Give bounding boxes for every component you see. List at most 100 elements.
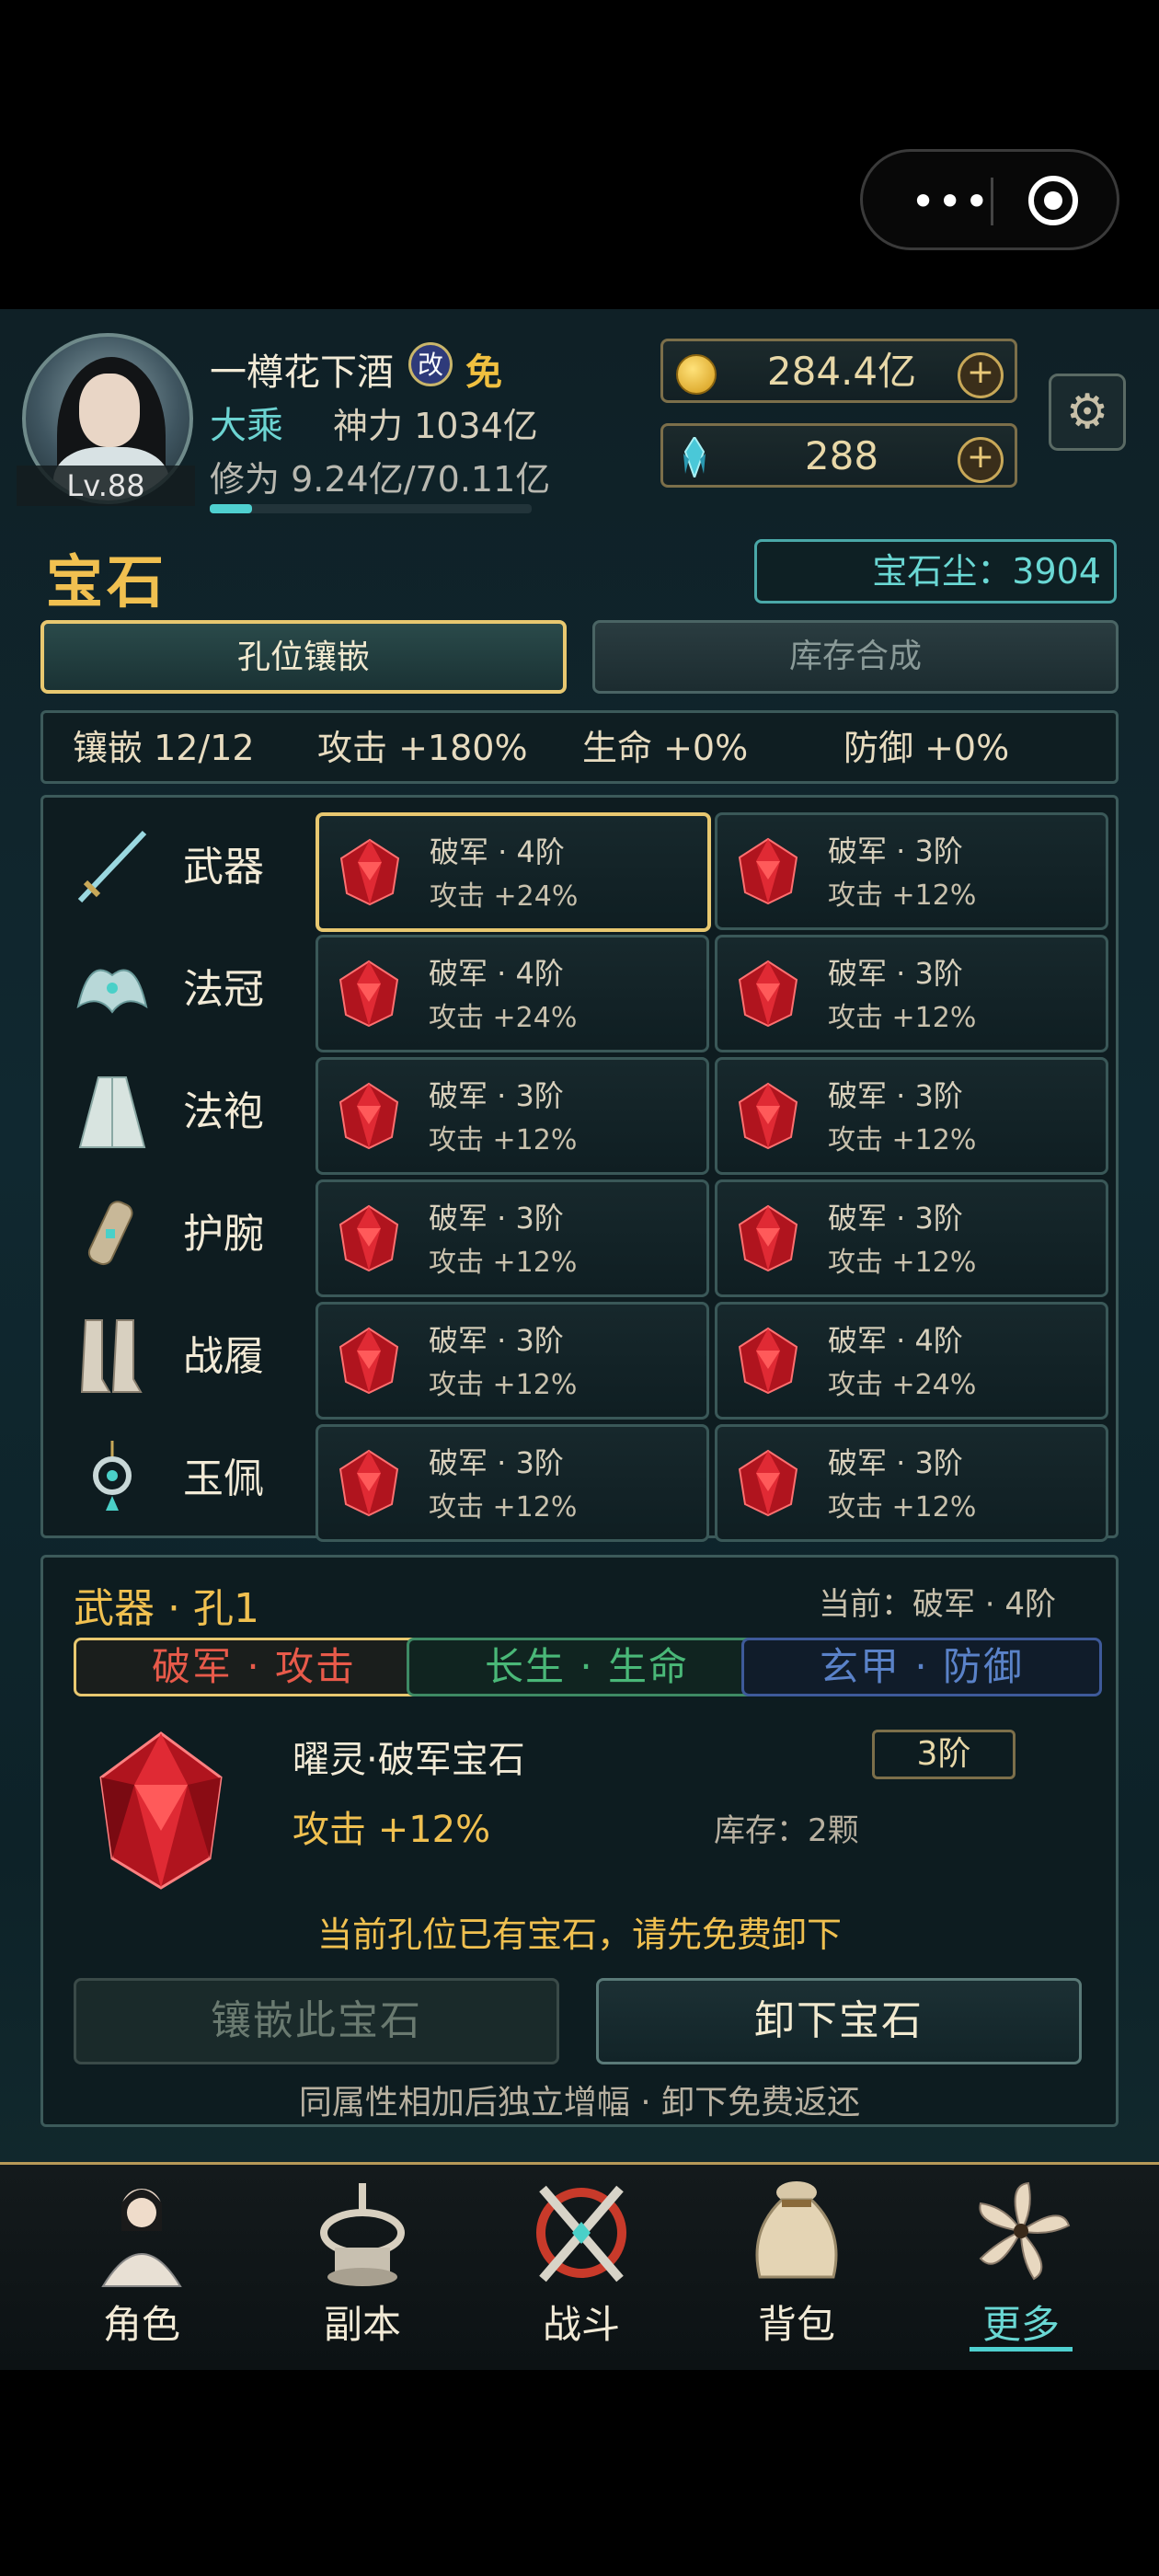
gem-socket[interactable]: 破军 · 3阶 攻击 +12% xyxy=(316,1057,709,1175)
player-cultivation: 修为 9.24亿/70.11亿 xyxy=(210,459,551,500)
ruby-gem-icon xyxy=(738,1449,798,1517)
hp-bonus: 生命 +0% xyxy=(582,728,749,768)
detail-current-gem: 当前：破军 · 4阶 xyxy=(819,1586,1057,1623)
equipment-gem-grid: 武器 破军 · 4阶 攻击 +24% 破军 · 3阶 攻击 +12% 法冠 破军 · 4阶攻… xyxy=(40,795,1119,1542)
gem-socket[interactable]: 破军 · 3阶 攻击 +12% xyxy=(316,1302,709,1420)
character-icon xyxy=(101,2189,182,2287)
crossed-swords-icon xyxy=(536,2185,626,2283)
tab-stock-synthesis[interactable]: 库存合成 xyxy=(592,620,1119,694)
gem-socket[interactable]: 破军 · 3阶 攻击 +12% xyxy=(316,1424,709,1542)
nav-battle[interactable]: 战斗 xyxy=(508,2176,655,2360)
crown-icon xyxy=(76,969,148,1014)
jade-pendant-icon xyxy=(93,1441,132,1511)
miniprogram-capsule: ••• xyxy=(860,149,1119,250)
ruby-gem-icon xyxy=(339,838,400,906)
add-gold-button[interactable]: + xyxy=(958,352,1004,398)
inlay-gem-button[interactable]: 镶嵌此宝石 xyxy=(74,1978,559,2064)
socket-gem-name: 破军 · 4阶 xyxy=(429,956,564,991)
equipment-name: 战履 xyxy=(183,1333,264,1380)
nav-more-label: 更多 xyxy=(981,2302,1060,2347)
free-tag: 免 xyxy=(465,351,502,394)
bottom-nav: 角色 副本 战斗 背包 更多 xyxy=(0,2162,1159,2370)
socket-gem-name: 破军 · 3阶 xyxy=(828,1078,963,1113)
socket-gem-name: 破军 · 4阶 xyxy=(828,1323,963,1358)
player-name: 一樽花下酒 xyxy=(210,351,394,394)
gem-dust-counter: 宝石尘：3904 xyxy=(754,539,1117,604)
socket-gem-name: 破军 · 4阶 xyxy=(430,834,565,869)
gem-socket[interactable]: 破军 · 3阶 攻击 +12% xyxy=(715,1424,1108,1542)
socket-gem-name: 破军 · 3阶 xyxy=(828,834,963,868)
socket-gem-attr: 攻击 +12% xyxy=(429,1247,578,1279)
socket-gem-name: 破军 · 3阶 xyxy=(429,1201,564,1236)
socket-gem-attr: 攻击 +12% xyxy=(828,1002,977,1034)
gem-socket[interactable]: 破军 · 4阶 攻击 +24% xyxy=(316,812,711,932)
bracer-icon xyxy=(87,1201,133,1266)
nav-character[interactable]: 角色 xyxy=(68,2176,215,2360)
crystal-resource: 288 + xyxy=(660,423,1017,488)
socket-gem-name: 破军 · 3阶 xyxy=(828,956,963,991)
crystal-value: 288 xyxy=(804,433,879,478)
socket-gem-attr: 攻击 +12% xyxy=(828,1247,977,1279)
ruby-gem-icon xyxy=(738,960,798,1028)
boots-icon xyxy=(80,1319,143,1393)
filter-changsheng-hp[interactable]: 长生 · 生命 xyxy=(407,1638,767,1696)
gem-socket[interactable]: 破军 · 3阶 攻击 +12% xyxy=(715,1179,1108,1297)
filter-pojun-attack[interactable]: 破军 · 攻击 xyxy=(74,1638,434,1696)
equipment-row-4: 战履 xyxy=(62,1302,338,1412)
equipment-row-3: 护腕 xyxy=(62,1179,338,1290)
tab-socket-inlay[interactable]: 孔位镶嵌 xyxy=(40,620,567,694)
ruby-gem-large-icon xyxy=(99,1731,223,1890)
gem-attribute: 攻击 +12% xyxy=(293,1809,491,1851)
equipment-name: 法冠 xyxy=(183,966,264,1013)
socket-gem-attr: 攻击 +24% xyxy=(429,1002,578,1034)
nav-dungeon[interactable]: 副本 xyxy=(289,2176,436,2360)
player-level: Lv.88 xyxy=(17,466,195,506)
inlay-count: 镶嵌 12/12 xyxy=(73,728,255,768)
socket-gem-name: 破军 · 3阶 xyxy=(429,1078,564,1113)
socket-gem-attr: 攻击 +12% xyxy=(828,1491,977,1524)
gold-value: 284.4亿 xyxy=(766,349,917,394)
ruby-gem-icon xyxy=(339,1082,399,1150)
gem-socket[interactable]: 破军 · 3阶 攻击 +12% xyxy=(316,1179,709,1297)
rename-badge[interactable]: 改 xyxy=(408,342,453,386)
nav-dungeon-label: 副本 xyxy=(323,2302,401,2347)
ruby-gem-icon xyxy=(339,960,399,1028)
defense-bonus: 防御 +0% xyxy=(843,728,1010,768)
detail-footer-note: 同属性相加后独立增幅 · 卸下免费返还 xyxy=(298,2084,861,2122)
crystal-icon xyxy=(683,437,706,477)
add-crystal-button[interactable]: + xyxy=(958,437,1004,483)
ruby-gem-icon xyxy=(738,1082,798,1150)
socket-gem-attr: 攻击 +12% xyxy=(828,1124,977,1156)
remove-gem-button[interactable]: 卸下宝石 xyxy=(596,1978,1082,2064)
equipment-name: 法袍 xyxy=(183,1088,264,1135)
cultivation-progress-bar xyxy=(210,504,532,513)
socket-gem-attr: 攻击 +12% xyxy=(429,1124,578,1156)
gem-socket[interactable]: 破军 · 3阶 攻击 +12% xyxy=(715,935,1108,1052)
nav-battle-label: 战斗 xyxy=(542,2302,620,2347)
capsule-divider xyxy=(991,178,993,225)
gem-socket[interactable]: 破军 · 4阶 攻击 +24% xyxy=(316,935,709,1052)
inlay-summary: 镶嵌 12/12 攻击 +180% 生命 +0% 防御 +0% xyxy=(40,710,1119,784)
player-power: 神力 1034亿 xyxy=(333,406,538,446)
gem-name: 曜灵·破军宝石 xyxy=(293,1739,525,1781)
equipment-name: 武器 xyxy=(183,844,264,891)
close-target-icon[interactable] xyxy=(1028,176,1078,225)
gem-stock: 库存：2颗 xyxy=(714,1812,859,1849)
gem-socket[interactable]: 破军 · 3阶 攻击 +12% xyxy=(715,1057,1108,1175)
socket-gem-attr: 攻击 +24% xyxy=(430,880,579,913)
settings-gear-icon[interactable]: ⚙ xyxy=(1049,374,1126,451)
ruby-gem-icon xyxy=(339,1204,399,1272)
socket-gem-attr: 攻击 +24% xyxy=(828,1369,977,1401)
socket-gem-name: 破军 · 3阶 xyxy=(828,1201,963,1236)
more-dots-icon[interactable]: ••• xyxy=(911,180,991,223)
player-realm: 大乘 xyxy=(210,405,283,447)
filter-xuanjia-defense[interactable]: 玄甲 · 防御 xyxy=(741,1638,1102,1696)
nav-more[interactable]: 更多 xyxy=(947,2176,1095,2360)
gem-tier-select[interactable]: 3阶 xyxy=(872,1730,1016,1779)
gem-socket[interactable]: 破军 · 4阶 攻击 +24% xyxy=(715,1302,1108,1420)
nav-bag[interactable]: 背包 xyxy=(723,2176,870,2360)
gem-socket[interactable]: 破军 · 3阶 攻击 +12% xyxy=(715,812,1108,930)
ruby-gem-icon xyxy=(738,837,798,905)
equipment-row-2: 法袍 xyxy=(62,1057,338,1167)
gold-coin-icon xyxy=(676,354,717,395)
